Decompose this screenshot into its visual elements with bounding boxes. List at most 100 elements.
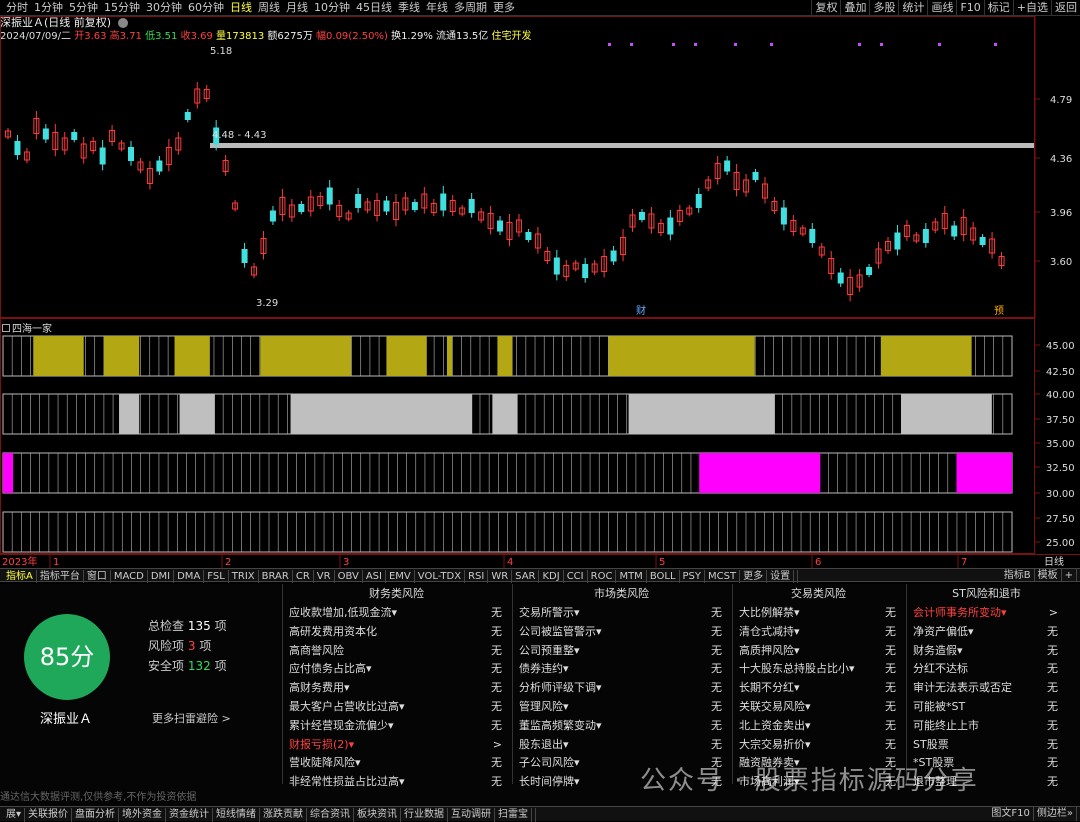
risk-item[interactable]: 可能终止上市 无 bbox=[907, 717, 1066, 736]
indicator-tab-6[interactable]: FSL bbox=[204, 570, 229, 583]
toolbar-button-6[interactable]: 标记 bbox=[983, 0, 1013, 16]
indicator-tab-13[interactable]: EMV bbox=[386, 570, 415, 583]
price-chart[interactable]: 4.79 4.36 3.96 3.60 5.18 4.48 - 4.43 3.29 财 预 bbox=[0, 16, 1080, 318]
indicator-tab-3[interactable]: MACD bbox=[111, 570, 148, 583]
risk-item[interactable]: 股东退出▾ 无 bbox=[513, 736, 730, 755]
period-tab-8[interactable]: 月线 bbox=[283, 0, 311, 16]
toolbar-button-7[interactable]: +自选 bbox=[1012, 0, 1051, 16]
risk-item[interactable]: 累计经营现金流偏少▾ 无 bbox=[283, 717, 510, 736]
indicator-tab-16[interactable]: WR bbox=[488, 570, 513, 583]
period-tab-14[interactable]: 更多 bbox=[490, 0, 518, 16]
risk-item[interactable]: 公司预重整▾ 无 bbox=[513, 642, 730, 661]
toolbar-button-0[interactable]: 复权 bbox=[811, 0, 840, 16]
bottom-tab-3[interactable]: 境外资金 bbox=[119, 808, 167, 822]
toolbar-button-5[interactable]: F10 bbox=[956, 0, 983, 16]
risk-item[interactable]: 审计无法表示或否定 无 bbox=[907, 679, 1066, 698]
toolbar-button-1[interactable]: 叠加 bbox=[840, 0, 869, 16]
risk-item[interactable]: 高财务费用▾ 无 bbox=[283, 679, 510, 698]
risk-item[interactable]: 大比例解禁▾ 无 bbox=[733, 604, 904, 623]
period-tab-0[interactable]: 分时 bbox=[3, 0, 31, 16]
period-tab-1[interactable]: 1分钟 bbox=[31, 0, 66, 16]
period-tab-3[interactable]: 15分钟 bbox=[101, 0, 143, 16]
indicator-tab-11[interactable]: OBV bbox=[335, 570, 363, 583]
bottom-right-0[interactable]: 图文F10 bbox=[988, 807, 1034, 821]
risk-item[interactable]: 董监高频繁变动▾ 无 bbox=[513, 717, 730, 736]
period-tab-12[interactable]: 年线 bbox=[423, 0, 451, 16]
risk-item[interactable]: 应付债务占比高▾ 无 bbox=[283, 660, 510, 679]
indicator-tab-20[interactable]: ROC bbox=[588, 570, 617, 583]
risk-item[interactable]: 财报亏损(2)▾ > bbox=[283, 736, 510, 755]
risk-item[interactable]: 应收款增加,低现金流▾ 无 bbox=[283, 604, 510, 623]
indicator-tab-25[interactable]: 更多 bbox=[740, 570, 768, 583]
risk-item[interactable]: 关联交易风险▾ 无 bbox=[733, 698, 904, 717]
indicator-tab-1[interactable]: 指标平台 bbox=[37, 570, 84, 583]
indicator-tab-18[interactable]: KDJ bbox=[539, 570, 564, 583]
risk-item[interactable]: 公司被监管警示▾ 无 bbox=[513, 623, 730, 642]
risk-item[interactable]: 十大股东总持股占比小▾ 无 bbox=[733, 660, 904, 679]
indicator-tab-12[interactable]: ASI bbox=[363, 570, 386, 583]
period-tab-7[interactable]: 周线 bbox=[255, 0, 283, 16]
risk-item[interactable]: 分红不达标 无 bbox=[907, 660, 1066, 679]
bottom-tab-10[interactable]: 互动调研 bbox=[448, 808, 496, 822]
risk-item[interactable]: 可能被*ST 无 bbox=[907, 698, 1066, 717]
indicator-tab-23[interactable]: PSY bbox=[680, 570, 706, 583]
indicator-tab-right-1[interactable]: 模板 bbox=[1035, 569, 1062, 582]
period-tab-4[interactable]: 30分钟 bbox=[143, 0, 185, 16]
indicator-tab-5[interactable]: DMA bbox=[174, 570, 205, 583]
indicator-tab-10[interactable]: VR bbox=[314, 570, 335, 583]
toolbar-button-3[interactable]: 统计 bbox=[898, 0, 927, 16]
indicator-tab-21[interactable]: MTM bbox=[616, 570, 647, 583]
risk-item[interactable]: 营收陡降风险▾ 无 bbox=[283, 754, 510, 773]
finance-marker[interactable]: 财 bbox=[636, 304, 646, 317]
bottom-tab-7[interactable]: 综合资讯 bbox=[307, 808, 355, 822]
bottom-tab-11[interactable]: 扫雷宝 bbox=[495, 808, 533, 822]
indicator-tab-right-0[interactable]: 指标B bbox=[1001, 569, 1035, 582]
risk-item[interactable]: 财务造假▾ 无 bbox=[907, 642, 1066, 661]
risk-item[interactable]: 管理风险▾ 无 bbox=[513, 698, 730, 717]
bottom-tab-6[interactable]: 涨跌贡献 bbox=[260, 808, 308, 822]
bottom-tab-0[interactable]: 展▾ bbox=[3, 808, 26, 822]
risk-item[interactable]: 高商誉风险 无 bbox=[283, 642, 510, 661]
period-tab-13[interactable]: 多周期 bbox=[451, 0, 490, 16]
indicator-tab-0[interactable]: 指标A bbox=[3, 570, 37, 583]
risk-item[interactable]: 交易所警示▾ 无 bbox=[513, 604, 730, 623]
toolbar-button-2[interactable]: 多股 bbox=[869, 0, 898, 16]
indicator-chart[interactable]: 45.00 42.50 40.00 37.50 35.00 32.50 30.00 27.50… bbox=[0, 318, 1080, 554]
period-tab-11[interactable]: 季线 bbox=[395, 0, 423, 16]
indicator-tab-9[interactable]: CR bbox=[293, 570, 314, 583]
period-tab-9[interactable]: 10分钟 bbox=[311, 0, 353, 16]
risk-item[interactable]: 最大客户占营收比过高▾ 无 bbox=[283, 698, 510, 717]
indicator-tab-right-2[interactable]: + bbox=[1062, 569, 1077, 582]
indicator-tab-8[interactable]: BRAR bbox=[259, 570, 293, 583]
forecast-marker[interactable]: 预 bbox=[994, 305, 1004, 317]
risk-item[interactable]: 大宗交易折价▾ 无 bbox=[733, 736, 904, 755]
indicator-tab-4[interactable]: DMI bbox=[148, 570, 175, 583]
risk-item[interactable]: 会计师事务所变动▾ > bbox=[907, 604, 1066, 623]
bottom-tab-9[interactable]: 行业数据 bbox=[401, 808, 449, 822]
period-tab-5[interactable]: 60分钟 bbox=[185, 0, 227, 16]
indicator-tab-19[interactable]: CCI bbox=[564, 570, 588, 583]
risk-item[interactable]: 净资产偏低▾ 无 bbox=[907, 623, 1066, 642]
bottom-tab-5[interactable]: 短线情绪 bbox=[213, 808, 261, 822]
bottom-tab-4[interactable]: 资金统计 bbox=[166, 808, 214, 822]
bottom-tab-1[interactable]: 关联报价 bbox=[25, 808, 73, 822]
toolbar-button-4[interactable]: 画线 bbox=[927, 0, 956, 16]
bottom-tab-8[interactable]: 板块资讯 bbox=[354, 808, 402, 822]
period-tab-6[interactable]: 日线 bbox=[227, 0, 255, 16]
toolbar-button-8[interactable]: 返回 bbox=[1051, 0, 1080, 16]
indicator-tab-26[interactable]: 设置 bbox=[767, 570, 795, 583]
indicator-tab-15[interactable]: RSI bbox=[465, 570, 489, 583]
period-tab-2[interactable]: 5分钟 bbox=[66, 0, 101, 16]
period-tab-10[interactable]: 45日线 bbox=[353, 0, 395, 16]
risk-item[interactable]: 高质押风险▾ 无 bbox=[733, 642, 904, 661]
risk-item[interactable]: ST股票 无 bbox=[907, 736, 1066, 755]
risk-item[interactable]: 长期不分红▾ 无 bbox=[733, 679, 904, 698]
risk-item[interactable]: 非经常性损益占比过高▾ 无 bbox=[283, 773, 510, 792]
risk-item[interactable]: 北上资金卖出▾ 无 bbox=[733, 717, 904, 736]
bottom-tab-2[interactable]: 盘面分析 bbox=[72, 808, 120, 822]
indicator-tab-17[interactable]: SAR bbox=[512, 570, 540, 583]
risk-item[interactable]: 清仓式减持▾ 无 bbox=[733, 623, 904, 642]
indicator-tab-22[interactable]: BOLL bbox=[647, 570, 680, 583]
more-scan-link[interactable]: 更多扫雷避险 > bbox=[152, 710, 231, 726]
indicator-tab-14[interactable]: VOL-TDX bbox=[415, 570, 466, 583]
